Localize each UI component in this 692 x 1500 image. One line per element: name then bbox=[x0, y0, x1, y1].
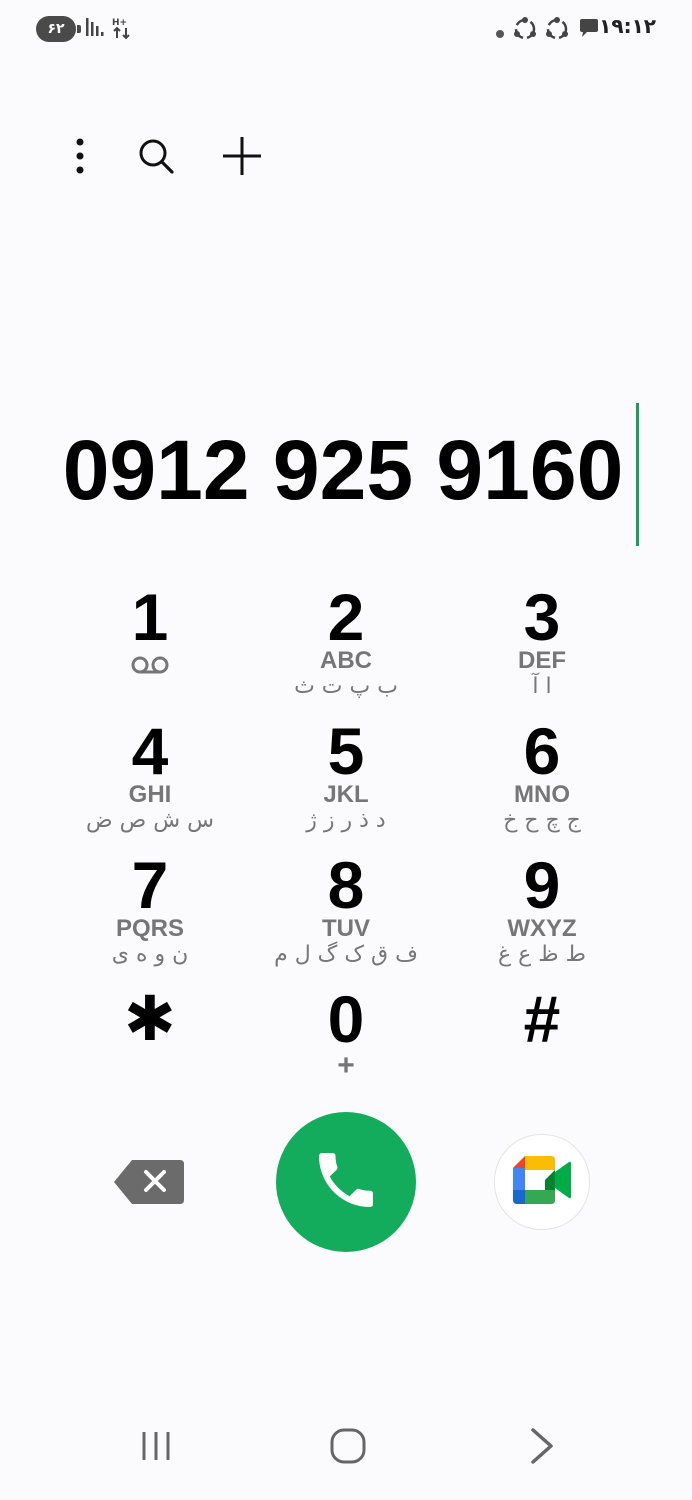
call-button[interactable] bbox=[276, 1112, 416, 1252]
key-digit: 6 bbox=[523, 714, 561, 788]
add-contact-button[interactable] bbox=[214, 130, 270, 186]
key-digit: ✱ bbox=[124, 982, 176, 1055]
backspace-button[interactable] bbox=[112, 1158, 186, 1206]
sync-icon bbox=[512, 16, 538, 47]
key-3[interactable]: 3 DEF ا آ bbox=[452, 572, 632, 699]
search-button[interactable] bbox=[128, 130, 184, 186]
data-transfer-icon: H+ bbox=[112, 16, 132, 45]
back-button[interactable] bbox=[512, 1420, 572, 1476]
svg-text:H+: H+ bbox=[112, 18, 127, 28]
key-letters: JKL bbox=[323, 781, 369, 808]
signal-icon bbox=[86, 16, 106, 43]
key-digit: 5 bbox=[327, 714, 365, 788]
key-9[interactable]: 9 WXYZ ط ظ ع غ bbox=[452, 840, 632, 967]
key-persian-letters: ط ظ ع غ bbox=[498, 942, 586, 967]
key-letters: MNO bbox=[514, 781, 570, 808]
key-1[interactable]: 1 bbox=[60, 572, 240, 698]
key-letters: DEF bbox=[518, 647, 566, 674]
add-contact-icon bbox=[221, 135, 263, 182]
dot-icon bbox=[496, 25, 504, 43]
key-letters: ABC bbox=[320, 647, 372, 674]
recent-apps-button[interactable] bbox=[126, 1420, 186, 1476]
key-5[interactable]: 5 JKL د ذ ر ز ژ bbox=[256, 706, 436, 833]
key-digit: # bbox=[523, 982, 561, 1056]
key-digit: 9 bbox=[523, 848, 561, 922]
key-0[interactable]: 0 + bbox=[256, 974, 436, 1100]
voicemail-icon bbox=[130, 654, 170, 681]
battery-indicator: ۶۲ bbox=[36, 16, 81, 42]
home-button[interactable] bbox=[318, 1420, 378, 1476]
key-persian-letters: د ذ ر ز ژ bbox=[306, 808, 386, 833]
home-icon bbox=[329, 1427, 367, 1470]
key-letters: TUV bbox=[322, 915, 370, 942]
key-persian-letters: ن و ه ی bbox=[111, 942, 189, 967]
key-letters: GHI bbox=[128, 781, 172, 808]
key-letters: WXYZ bbox=[507, 915, 577, 942]
key-2[interactable]: 2 ABC ب پ ت ث bbox=[256, 572, 436, 699]
more-options-button[interactable] bbox=[52, 130, 108, 186]
dialed-number-field[interactable]: 0912 925 9160 bbox=[0, 410, 692, 530]
key-hash[interactable]: # bbox=[452, 974, 632, 1100]
key-digit: 0 bbox=[327, 982, 365, 1056]
key-8[interactable]: 8 TUV ف ق ک گ ل م bbox=[256, 840, 436, 967]
key-7[interactable]: 7 PQRS ن و ه ی bbox=[60, 840, 240, 967]
key-persian-letters: ا آ bbox=[532, 674, 552, 699]
back-icon bbox=[527, 1426, 557, 1471]
more-options-icon bbox=[75, 138, 85, 179]
google-meet-icon bbox=[511, 1154, 573, 1211]
key-persian-letters: ف ق ک گ ل م bbox=[274, 942, 418, 967]
key-persian-letters: س ش ص ض bbox=[86, 808, 214, 833]
key-persian-letters: ب پ ت ث bbox=[294, 674, 398, 699]
backspace-icon bbox=[112, 1160, 186, 1210]
key-digit: 4 bbox=[131, 714, 169, 788]
key-digit: 8 bbox=[327, 848, 365, 922]
key-letters: PQRS bbox=[115, 915, 184, 942]
key-digit: 2 bbox=[327, 580, 365, 654]
text-cursor bbox=[636, 403, 639, 546]
key-6[interactable]: 6 MNO ج چ ح خ bbox=[452, 706, 632, 833]
recent-apps-icon bbox=[138, 1428, 174, 1469]
phone-icon bbox=[310, 1144, 382, 1221]
battery-level: ۶۲ bbox=[47, 21, 65, 37]
key-digit: 3 bbox=[523, 580, 561, 654]
video-call-button[interactable] bbox=[494, 1134, 590, 1230]
status-bar: ۶۲ H+ ۱۹:۱۲ bbox=[0, 0, 692, 60]
key-digit: 7 bbox=[131, 848, 169, 922]
key-digit: 1 bbox=[131, 580, 169, 654]
key-letters: + bbox=[337, 1049, 355, 1082]
key-star[interactable]: ✱ bbox=[60, 974, 240, 1100]
sync-icon bbox=[544, 16, 570, 47]
dialed-number: 0912 925 9160 bbox=[62, 423, 624, 517]
status-time: ۱۹:۱۲ bbox=[599, 14, 656, 38]
search-icon bbox=[136, 136, 176, 181]
message-icon bbox=[577, 16, 601, 45]
key-4[interactable]: 4 GHI س ش ص ض bbox=[60, 706, 240, 833]
key-persian-letters: ج چ ح خ bbox=[503, 808, 581, 833]
